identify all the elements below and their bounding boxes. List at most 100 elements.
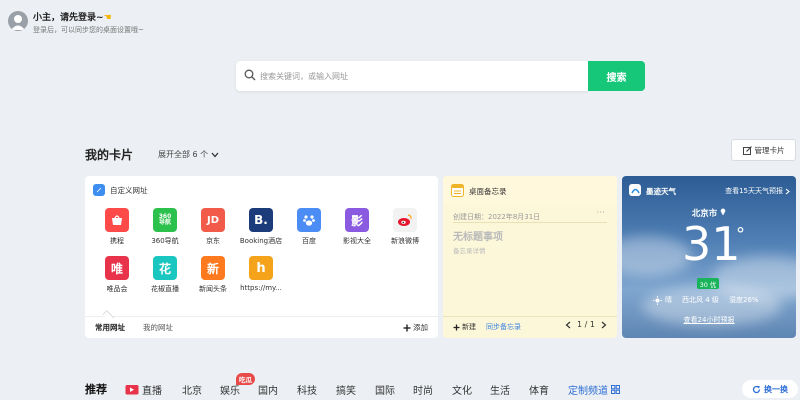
tab-recommended[interactable]: 推荐 (85, 381, 107, 397)
baidu-paw-icon (297, 208, 321, 232)
memo-divider (453, 222, 607, 223)
refresh-news-button[interactable]: 换一换 (742, 380, 798, 398)
tab-tech[interactable]: 科技 (297, 382, 317, 397)
site-vip[interactable]: 唯 唯品会 (92, 256, 142, 294)
expand-all-label: 展开全部 6 个 (158, 150, 209, 159)
memo-note-detail[interactable]: 备忘录详情 (453, 245, 486, 255)
add-site-button[interactable]: 添加 (403, 322, 428, 333)
memo-date: 创建日期：2022年8月31日 (453, 213, 541, 221)
site-weibo[interactable]: 新浪微博 (380, 208, 430, 246)
more-options-icon[interactable]: ··· (596, 208, 605, 218)
login-subtitle: 登录后，可以同步您的桌面设置哦~ (33, 26, 144, 34)
tab-common-sites[interactable]: 常用网址 (95, 322, 125, 333)
site-jd[interactable]: JD 京东 (188, 208, 238, 246)
location-pin-icon (720, 208, 726, 216)
site-baidu[interactable]: 百度 (284, 208, 334, 246)
memo-card: 桌面备忘录 创建日期：2022年8月31日 ··· 无标题事项 备忘录详情 新建… (443, 176, 617, 338)
booking-icon: B. (249, 208, 273, 232)
manage-cards-label: 管理卡片 (754, 145, 785, 155)
sync-memo-link[interactable]: 同步备忘录 (486, 322, 521, 332)
grid-icon (611, 385, 620, 394)
aqi-badge: 30 优 (697, 278, 719, 289)
chevron-right-icon[interactable] (601, 321, 607, 329)
jd-icon: JD (201, 208, 225, 232)
tab-beijing[interactable]: 北京 (182, 382, 202, 397)
tab-custom-channel[interactable]: 定制频道 (568, 382, 620, 397)
forecast-link-label: 查看15天天气预报 (725, 187, 783, 195)
site-name: 新浪微博 (391, 237, 419, 245)
tab-funny[interactable]: 搞笑 (336, 382, 356, 397)
video-icon: 影 (345, 208, 369, 232)
site-video-collection[interactable]: 影 影视大全 (332, 208, 382, 246)
tab-domestic[interactable]: 国内 (258, 382, 278, 397)
sun-icon (653, 295, 662, 305)
360-nav-icon: 360 导航 (153, 208, 177, 232)
notepad-icon (451, 184, 464, 197)
weather-condition: 晴 (653, 295, 672, 305)
new-memo-label: 新建 (462, 323, 476, 331)
memo-card-header: 桌面备忘录 (443, 176, 617, 205)
chevron-down-icon (211, 152, 219, 157)
refresh-icon (752, 385, 761, 393)
site-name: 唯品会 (106, 285, 128, 293)
huajiao-icon: 花 (153, 256, 177, 280)
edit-icon (742, 145, 752, 155)
site-booking[interactable]: B. Booking酒店 (236, 208, 286, 246)
memo-pager: 1 / 1 (565, 320, 607, 329)
hand-point-icon: ☚ (103, 13, 112, 23)
weather-card[interactable]: 墨迹天气 查看15天天气预报 北京市 31 ° 30 优 晴 西北风 4 级 湿… (622, 176, 796, 338)
chevron-left-icon[interactable] (565, 321, 571, 329)
site-news-headlines[interactable]: 新 新闻头条 (188, 256, 238, 294)
manage-cards-button[interactable]: 管理卡片 (731, 139, 796, 161)
forecast-15-day-link[interactable]: 查看15天天气预报 (725, 186, 790, 196)
site-360-nav[interactable]: 360 导航 360导航 (140, 208, 190, 246)
tab-sports[interactable]: 体育 (529, 382, 549, 397)
expand-all-button[interactable]: 展开全部 6 个 (158, 149, 219, 160)
tab-life[interactable]: 生活 (490, 382, 510, 397)
search-input[interactable] (260, 67, 580, 85)
compass-icon (93, 184, 105, 196)
shortcut-card-footer: 常用网址 我的网址 添加 (85, 316, 438, 338)
site-name: 360导航 (151, 237, 179, 245)
site-name: Booking酒店 (239, 237, 283, 245)
tab-culture[interactable]: 文化 (452, 382, 472, 397)
memo-card-footer: 新建 同步备忘录 1 / 1 (443, 316, 617, 338)
site-name: https://my... (240, 284, 282, 292)
memo-note-title[interactable]: 无标题事项 (453, 228, 503, 243)
shortcut-card: 自定义网址 携程 360 导航 360导航 JD 京东 B. Booking酒店 … (85, 176, 438, 338)
tab-fashion[interactable]: 时尚 (413, 382, 433, 397)
tab-international[interactable]: 国际 (375, 382, 395, 397)
tab-live[interactable]: 直播 (125, 382, 162, 397)
humidity-text: 湿度26% (729, 296, 759, 304)
shortcut-card-header: 自定义网址 (93, 184, 148, 196)
chevron-right-icon (785, 188, 790, 194)
news-icon: 新 (201, 256, 225, 280)
avatar[interactable] (8, 11, 28, 31)
custom-url-icon: h (249, 256, 273, 280)
temperature: 31 (682, 217, 741, 271)
site-huajiao[interactable]: 花 花椒直播 (140, 256, 190, 294)
live-tv-icon (125, 385, 139, 395)
new-memo-button[interactable]: 新建 (453, 322, 476, 332)
site-custom-url[interactable]: h https://my... (236, 256, 286, 292)
ctrip-icon (105, 208, 129, 232)
news-channel-nav: 推荐 直播 北京 娱乐 吃瓜 国内 科技 搞笑 国际 时尚 文化 生活 体育 定… (85, 373, 800, 400)
site-name: 携程 (110, 237, 124, 245)
memo-card-title: 桌面备忘录 (469, 187, 507, 196)
degree-symbol: ° (736, 224, 745, 245)
hourly-forecast-link[interactable]: 查看24小时预报 (622, 315, 796, 325)
memo-page-indicator: 1 / 1 (577, 320, 595, 329)
site-name: 京东 (206, 237, 220, 245)
plus-icon (403, 324, 411, 331)
login-prompt[interactable]: 小主，请先登录~☚ (33, 10, 112, 23)
search-button[interactable]: 搜索 (588, 61, 645, 91)
weather-brand: 墨迹天气 (646, 187, 676, 196)
hot-badge: 吃瓜 (236, 373, 255, 385)
moji-weather-logo-icon (629, 184, 641, 196)
site-name: 百度 (302, 237, 316, 245)
tab-my-sites[interactable]: 我的网址 (143, 322, 173, 333)
user-icon (11, 15, 25, 30)
search-icon (244, 69, 256, 81)
site-ctrip[interactable]: 携程 (92, 208, 142, 246)
custom-channel-label: 定制频道 (568, 386, 608, 397)
